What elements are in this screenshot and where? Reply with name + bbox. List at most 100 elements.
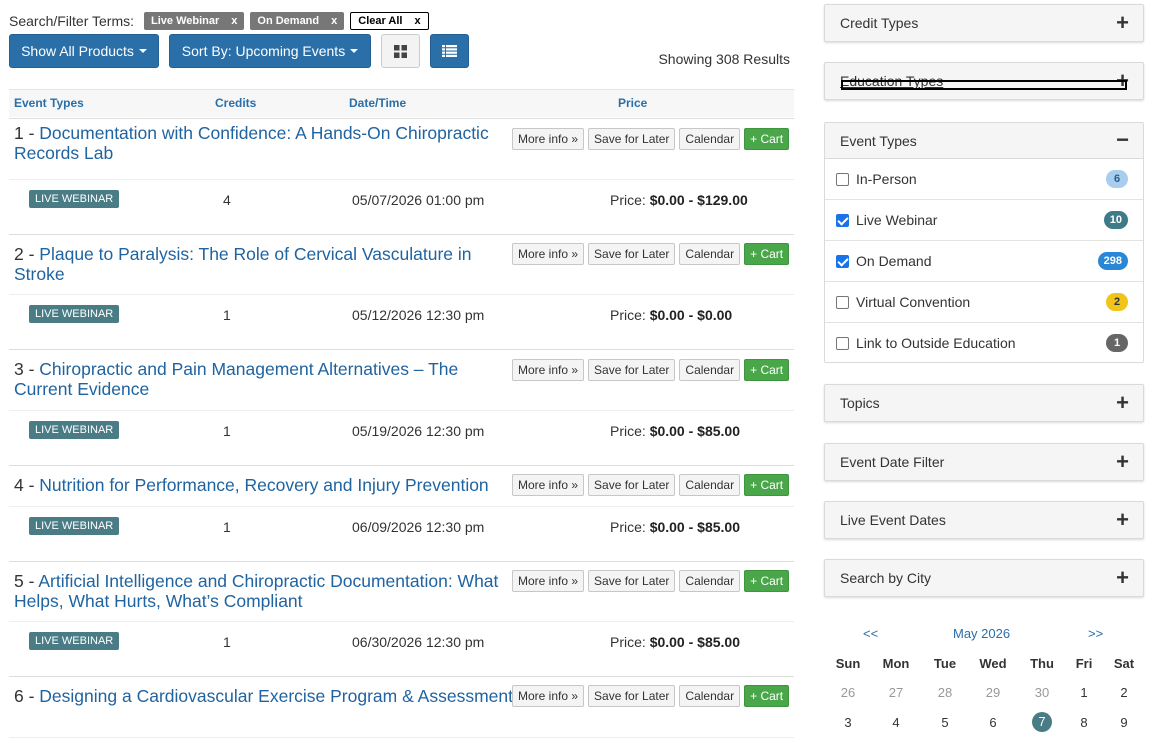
more-info-button[interactable]: More info » <box>512 243 585 265</box>
calendar-day[interactable]: 7 <box>1022 712 1062 732</box>
more-info-button[interactable]: More info » <box>512 685 585 707</box>
calendar-day[interactable]: 28 <box>925 685 965 700</box>
save-for-later-button[interactable]: Save for Later <box>588 128 676 150</box>
filter-option-label: Virtual Convention <box>856 294 971 310</box>
next-month-button[interactable]: >> <box>1088 626 1103 641</box>
add-to-cart-button[interactable]: + Cart <box>744 243 790 265</box>
panel-title: Event Types <box>840 133 917 149</box>
sort-by-button[interactable]: Sort By: Upcoming Events <box>169 34 371 68</box>
minus-icon[interactable]: − <box>1116 128 1129 152</box>
calendar-day[interactable]: 3 <box>828 715 868 730</box>
calendar-day[interactable]: 9 <box>1104 715 1144 730</box>
calendar-button[interactable]: Calendar <box>679 685 741 707</box>
calendar-day[interactable]: 29 <box>973 685 1013 700</box>
checkbox[interactable] <box>836 214 849 227</box>
panel-search-by-city[interactable]: Search by City + <box>824 559 1144 597</box>
calendar-day[interactable]: 4 <box>876 715 916 730</box>
save-for-later-button[interactable]: Save for Later <box>588 243 676 265</box>
show-all-products-button[interactable]: Show All Products <box>9 34 159 68</box>
panel-live-event-dates[interactable]: Live Event Dates + <box>824 501 1144 539</box>
event-title: 4 - Nutrition for Performance, Recovery … <box>14 475 514 495</box>
calendar-day[interactable]: 1 <box>1064 685 1104 700</box>
plus-icon[interactable]: + <box>1116 450 1129 474</box>
add-to-cart-button[interactable]: + Cart <box>744 359 790 381</box>
event-title-link[interactable]: Chiropractic and Pain Management Alterna… <box>14 359 458 399</box>
add-to-cart-button[interactable]: + Cart <box>744 474 790 496</box>
checkbox[interactable] <box>836 337 849 350</box>
more-info-button[interactable]: More info » <box>512 474 585 496</box>
header-date-time[interactable]: Date/Time <box>349 96 406 110</box>
event-actions: More info » Save for Later Calendar + Ca… <box>512 243 790 265</box>
panel-header[interactable]: Event Types − <box>825 123 1143 159</box>
clear-all-button[interactable]: Clear All x <box>350 12 429 30</box>
plus-icon[interactable]: + <box>1116 391 1129 415</box>
calendar-day[interactable]: 5 <box>925 715 965 730</box>
calendar-day[interactable]: 8 <box>1064 715 1104 730</box>
event-title-link[interactable]: Designing a Cardiovascular Exercise Prog… <box>39 686 513 706</box>
price-label: Price: <box>610 192 650 208</box>
header-credits[interactable]: Credits <box>215 96 256 110</box>
save-for-later-button[interactable]: Save for Later <box>588 570 676 592</box>
save-for-later-button[interactable]: Save for Later <box>588 359 676 381</box>
add-to-cart-button[interactable]: + Cart <box>744 128 790 150</box>
calendar-day[interactable]: 30 <box>1022 685 1062 700</box>
header-event-types[interactable]: Event Types <box>14 96 84 110</box>
plus-icon[interactable]: + <box>1116 566 1129 590</box>
list-view-button[interactable] <box>430 34 469 68</box>
event-datetime: 05/12/2026 12:30 pm <box>352 307 485 323</box>
calendar-button[interactable]: Calendar <box>679 570 741 592</box>
calendar-day[interactable]: 26 <box>828 685 868 700</box>
calendar-day[interactable]: 2 <box>1104 685 1144 700</box>
price-label: Price: <box>610 423 650 439</box>
event-row: 6 - Designing a Cardiovascular Exercise … <box>9 676 794 739</box>
event-title: 2 - Plaque to Paralysis: The Role of Cer… <box>14 244 514 284</box>
save-for-later-button[interactable]: Save for Later <box>588 474 676 496</box>
calendar-button[interactable]: Calendar <box>679 128 741 150</box>
checkbox[interactable] <box>836 173 849 186</box>
event-number: 3 - <box>14 359 40 379</box>
add-to-cart-button[interactable]: + Cart <box>744 570 790 592</box>
header-price[interactable]: Price <box>618 96 647 110</box>
filter-option-on-demand[interactable]: On Demand 298 <box>825 241 1143 282</box>
more-info-button[interactable]: More info » <box>512 128 585 150</box>
event-details: LIVE WEBINAR 1 06/09/2026 12:30 pm Price… <box>9 506 794 560</box>
calendar-month-title[interactable]: May 2026 <box>953 626 1010 641</box>
save-for-later-button[interactable]: Save for Later <box>588 685 676 707</box>
more-info-button[interactable]: More info » <box>512 359 585 381</box>
event-title-link[interactable]: Artificial Intelligence and Chiropractic… <box>14 571 498 611</box>
panel-event-date-filter[interactable]: Event Date Filter + <box>824 443 1144 481</box>
panel-credit-types[interactable]: Credit Types + <box>824 4 1144 42</box>
filter-option-in-person[interactable]: In-Person 6 <box>825 159 1143 200</box>
event-title-link[interactable]: Documentation with Confidence: A Hands-O… <box>14 123 489 163</box>
clear-all-icon[interactable]: x <box>414 15 420 27</box>
price-value: $0.00 - $85.00 <box>649 423 740 439</box>
panel-topics[interactable]: Topics + <box>824 384 1144 422</box>
calendar-button[interactable]: Calendar <box>679 243 741 265</box>
filter-option-outside-education[interactable]: Link to Outside Education 1 <box>825 323 1143 364</box>
remove-chip-icon[interactable]: x <box>231 15 237 27</box>
calendar-day[interactable]: 6 <box>973 715 1013 730</box>
filter-option-live-webinar[interactable]: Live Webinar 10 <box>825 200 1143 241</box>
filter-option-virtual-convention[interactable]: Virtual Convention 2 <box>825 282 1143 323</box>
panel-title: Topics <box>840 395 880 411</box>
add-to-cart-button[interactable]: + Cart <box>744 685 790 707</box>
event-datetime: 05/07/2026 01:00 pm <box>352 192 485 208</box>
event-row: 1 - Documentation with Confidence: A Han… <box>9 118 794 234</box>
calendar-button[interactable]: Calendar <box>679 359 741 381</box>
plus-icon[interactable]: + <box>1116 11 1129 35</box>
event-title-link[interactable]: Plaque to Paralysis: The Role of Cervica… <box>14 244 472 284</box>
event-title-link[interactable]: Nutrition for Performance, Recovery and … <box>39 475 488 495</box>
more-info-button[interactable]: More info » <box>512 570 585 592</box>
grid-view-button[interactable] <box>381 34 420 68</box>
panel-education-types[interactable]: Education Types + <box>824 62 1144 100</box>
filter-chip-on-demand[interactable]: On Demand x <box>250 12 345 30</box>
prev-month-button[interactable]: << <box>863 626 878 641</box>
calendar-button[interactable]: Calendar <box>679 474 741 496</box>
plus-icon[interactable]: + <box>1116 508 1129 532</box>
remove-chip-icon[interactable]: x <box>331 15 337 27</box>
checkbox[interactable] <box>836 296 849 309</box>
checkbox[interactable] <box>836 255 849 268</box>
calendar-day[interactable]: 27 <box>876 685 916 700</box>
event-type-badge: LIVE WEBINAR <box>29 190 120 208</box>
filter-chip-live-webinar[interactable]: Live Webinar x <box>144 12 245 30</box>
